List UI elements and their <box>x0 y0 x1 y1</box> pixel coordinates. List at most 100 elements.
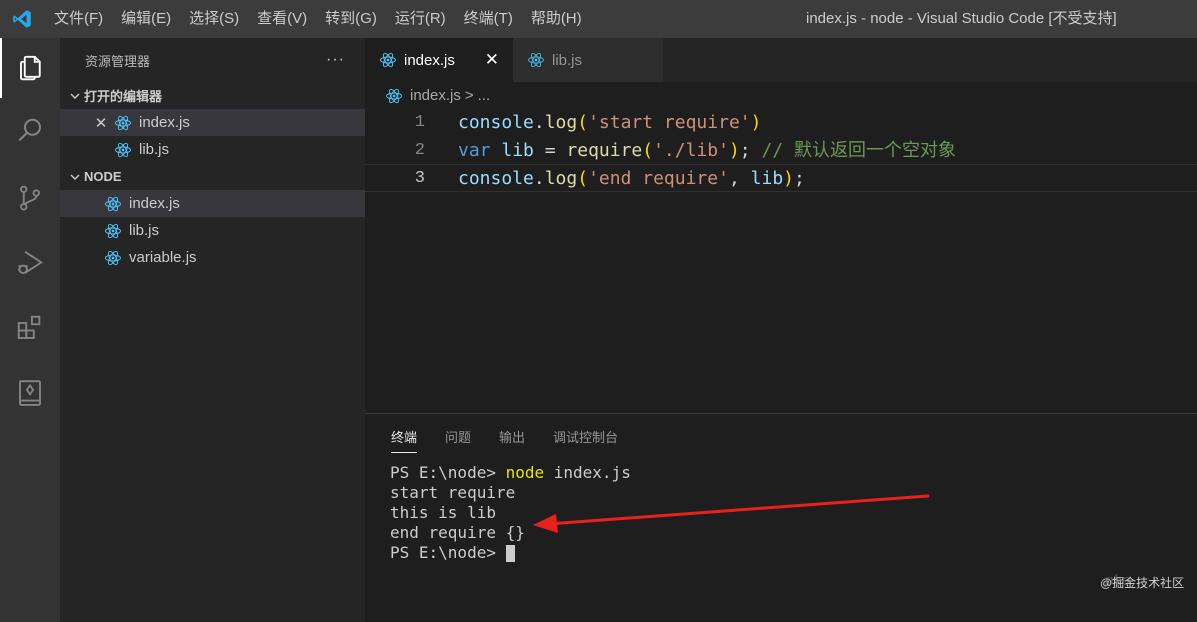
terminal-line: PS E:\node> <box>390 543 1197 563</box>
line-text: console.log('end require', lib); <box>458 165 805 193</box>
terminal-line: PS E:\node> node index.js <box>390 463 1197 483</box>
menu-item[interactable]: 选择(S) <box>180 0 248 38</box>
code-token: console <box>458 168 534 189</box>
panel-tabs: 终端 问题 输出 调试控制台 <box>365 414 1197 459</box>
open-editor-item-index[interactable]: ✕ index.js <box>60 109 365 136</box>
vscode-logo-icon <box>0 0 44 38</box>
explorer-sidebar: 资源管理器 ··· 打开的编辑器 ✕ index.js lib.js NODE … <box>60 38 365 622</box>
run-debug-icon[interactable] <box>0 233 60 293</box>
file-item-variable[interactable]: variable.js <box>60 244 365 271</box>
tab-label: index.js <box>404 51 455 69</box>
code-token: ; <box>794 168 805 189</box>
menu-bar: 文件(F) 编辑(E) 选择(S) 查看(V) 转到(G) 运行(R) 终端(T) 帮助(H) <box>45 0 591 38</box>
file-label: lib.js <box>129 222 160 239</box>
open-editor-item-lib[interactable]: lib.js <box>60 136 365 163</box>
code-line[interactable]: 3 console.log('end require', lib); <box>365 164 1197 192</box>
line-number: 2 <box>414 140 425 160</box>
folder-header[interactable]: NODE <box>60 163 365 190</box>
code-token: ) <box>783 168 794 189</box>
bottom-panel: 终端 问题 输出 调试控制台 PS E:\node> node index.js… <box>365 413 1197 622</box>
source-control-icon[interactable] <box>0 168 60 228</box>
code-line[interactable]: 2 var lib = require('./lib'); // 默认返回一个空对… <box>365 137 1197 165</box>
code-token: ) <box>750 112 762 133</box>
react-file-icon <box>386 88 402 103</box>
panel-tab-problems[interactable]: 问题 <box>445 421 471 452</box>
react-file-icon <box>115 115 131 130</box>
code-token: . <box>533 112 545 133</box>
watermark: @掘金技术社区 <box>1100 576 1185 590</box>
terminal[interactable]: PS E:\node> node index.js start require … <box>365 459 1197 563</box>
menu-item[interactable]: 帮助(H) <box>522 0 591 38</box>
code-token: // 默认返回一个空对象 <box>761 139 956 161</box>
code-token: = <box>533 139 567 161</box>
terminal-command: node <box>505 463 545 482</box>
file-label: index.js <box>139 114 190 131</box>
file-item-lib[interactable]: lib.js <box>60 217 365 244</box>
code-token: ( <box>577 168 589 189</box>
explorer-icon[interactable] <box>0 38 60 98</box>
panel-tab-debug-console[interactable]: 调试控制台 <box>553 421 618 452</box>
panel-tab-terminal[interactable]: 终端 <box>391 421 418 453</box>
open-editors-title: 打开的编辑器 <box>84 89 163 104</box>
terminal-line: end require {} <box>390 523 525 542</box>
file-label: variable.js <box>129 249 197 266</box>
line-number: 1 <box>414 113 425 132</box>
code-token: ( <box>642 139 654 161</box>
open-editors-header[interactable]: 打开的编辑器 <box>60 82 365 109</box>
search-icon[interactable] <box>0 101 60 161</box>
breadcrumb: index.js > ... <box>365 82 1197 109</box>
terminal-cursor <box>505 545 515 562</box>
editor-area: index.js ✕ lib.js index.js > ... 1 conso… <box>365 38 1197 413</box>
file-label: index.js <box>129 195 180 212</box>
close-icon[interactable]: ✕ <box>92 114 110 132</box>
file-item-index[interactable]: index.js <box>60 190 365 217</box>
line-text: console.log('start require') <box>458 109 761 137</box>
code-token: lib <box>501 139 534 161</box>
menu-item[interactable]: 编辑(E) <box>112 0 180 38</box>
code-token: . <box>533 168 545 189</box>
book-icon[interactable] <box>0 363 60 423</box>
react-file-icon <box>380 52 396 68</box>
panel-tab-output[interactable]: 输出 <box>499 421 525 452</box>
code-token: 'end require' <box>588 168 729 189</box>
chevron-down-icon <box>66 171 84 183</box>
tab-lib-js[interactable]: lib.js <box>513 38 663 82</box>
folder-title: NODE <box>84 169 122 184</box>
code-token: console <box>458 112 534 133</box>
code-token: log <box>544 168 578 189</box>
terminal-line: start require <box>390 483 516 502</box>
react-file-icon <box>105 223 121 238</box>
terminal-prompt: PS E:\node> <box>390 543 506 562</box>
window-title: index.js - node - Visual Studio Code [不受… <box>806 10 1117 27</box>
activity-bar <box>0 38 60 622</box>
sidebar-title: 资源管理器 <box>85 53 151 69</box>
code-token: './lib' <box>653 139 729 161</box>
menu-item[interactable]: 终端(T) <box>455 0 522 38</box>
tab-index-js[interactable]: index.js ✕ <box>365 38 513 82</box>
title-bar: 文件(F) 编辑(E) 选择(S) 查看(V) 转到(G) 运行(R) 终端(T) 帮助(H)… <box>0 0 1197 38</box>
code-token: require <box>566 139 643 161</box>
code-token: log <box>544 112 578 133</box>
breadcrumb-file[interactable]: index.js <box>410 87 461 104</box>
more-actions-button[interactable]: ··· <box>326 51 345 69</box>
code-line[interactable]: 1 console.log('start require') <box>365 109 1197 137</box>
code-editor[interactable]: 1 console.log('start require') 2 var lib = … <box>365 109 1197 192</box>
file-label: lib.js <box>139 141 170 158</box>
menu-item[interactable]: 查看(V) <box>248 0 316 38</box>
code-token: ; <box>739 139 762 161</box>
breadcrumb-separator: > <box>464 87 474 104</box>
react-file-icon <box>105 196 121 211</box>
tab-close-icon[interactable]: ✕ <box>485 50 499 70</box>
chevron-down-icon <box>66 90 84 102</box>
line-text: var lib = require('./lib'); // 默认返回一个空对象 <box>458 137 956 165</box>
react-file-icon <box>105 250 121 265</box>
react-file-icon <box>115 142 131 157</box>
menu-item[interactable]: 文件(F) <box>45 0 112 38</box>
extensions-icon[interactable] <box>0 298 60 358</box>
code-token: lib <box>750 168 784 189</box>
menu-item[interactable]: 转到(G) <box>316 0 386 38</box>
code-token: ) <box>728 139 740 161</box>
menu-item[interactable]: 运行(R) <box>386 0 455 38</box>
breadcrumb-rest[interactable]: ... <box>478 87 491 104</box>
